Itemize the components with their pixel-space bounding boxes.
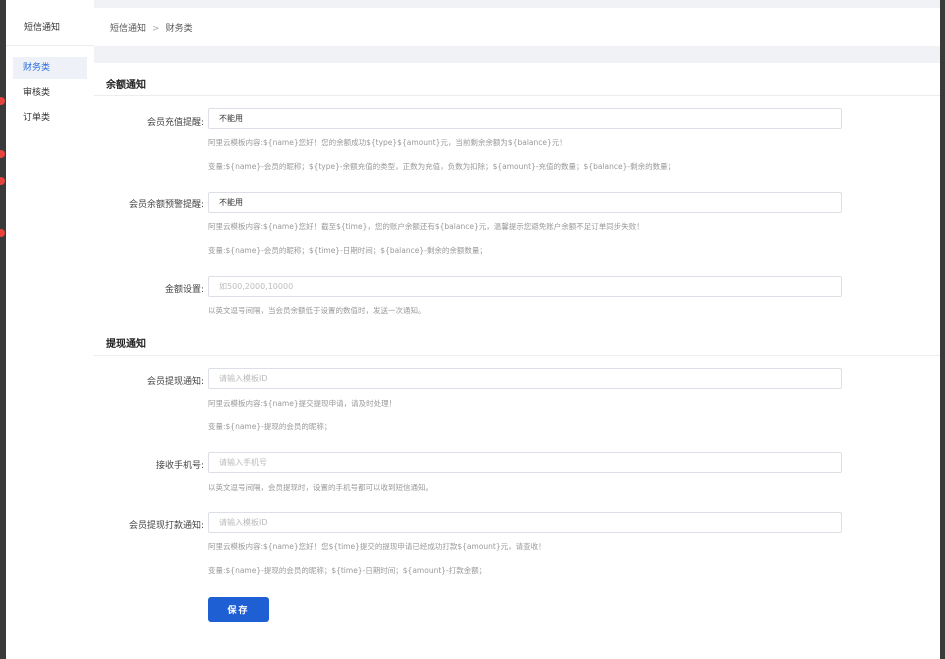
- notification-dot: [0, 97, 5, 105]
- payout-template-input[interactable]: [208, 512, 842, 533]
- main-panel: 余额通知 会员充值提醒: 阿里云模板内容:${name}您好！您的余额成功${t…: [94, 63, 940, 659]
- header-bar: 短信通知 > 财务类: [94, 8, 940, 46]
- divider: [94, 355, 940, 356]
- recharge-hint-variables: 变量:${name}-会员的昵称；${type}-余额充值的类型，正数为充值，负…: [208, 162, 676, 171]
- payout-hint-variables: 变量:${name}-提现的会员的昵称；${time}-日期时间；${amoun…: [208, 566, 487, 575]
- recharge-hint-template: 阿里云模板内容:${name}您好！您的余额成功${type}${amount}…: [208, 138, 567, 147]
- withdraw-template-input[interactable]: [208, 368, 842, 389]
- breadcrumb: 短信通知 > 财务类: [110, 21, 193, 34]
- phone-input[interactable]: [208, 452, 842, 473]
- notification-dot: [0, 229, 5, 237]
- notification-dot: [0, 177, 5, 185]
- phone-hint: 以英文逗号间隔，会员提现时，设置的手机号都可以收到短信通知。: [208, 483, 433, 492]
- notification-dot: [0, 150, 5, 158]
- amount-hint: 以英文逗号间隔，当会员余额低于设置的数值时，发送一次通知。: [208, 306, 426, 315]
- breadcrumb-current: 财务类: [165, 24, 193, 34]
- sidebar-title: 短信通知: [24, 23, 61, 33]
- breadcrumb-separator-icon: >: [152, 24, 160, 34]
- save-button[interactable]: 保存: [208, 597, 269, 622]
- payout-label: 会员提现打款通知:: [128, 521, 204, 531]
- divider: [94, 95, 940, 96]
- amount-label: 金额设置:: [164, 285, 204, 295]
- sidebar-item-order[interactable]: 订单类: [13, 107, 87, 129]
- amount-input[interactable]: [208, 276, 842, 297]
- breadcrumb-root[interactable]: 短信通知: [110, 24, 146, 34]
- warning-hint-variables: 变量:${name}-会员的昵称；${time}-日期时间；${balance}…: [208, 246, 487, 255]
- withdraw-hint-template: 阿里云模板内容:${name}提交提现申请，请及时处理！: [208, 399, 397, 408]
- sidebar: 短信通知 财务类 审核类 订单类: [6, 0, 94, 659]
- phone-label: 接收手机号:: [155, 461, 204, 471]
- balance-section-title: 余额通知: [106, 80, 146, 91]
- sidebar-item-review[interactable]: 审核类: [13, 82, 87, 104]
- warning-hint-template: 阿里云模板内容:${name}您好！截至${time}，您的账户余额还有${ba…: [208, 222, 644, 231]
- divider: [6, 45, 94, 46]
- payout-hint-template: 阿里云模板内容:${name}您好！您${time}提交的提现申请已经成功打款$…: [208, 542, 546, 551]
- withdraw-section-title: 提现通知: [106, 339, 146, 350]
- withdraw-hint-variables: 变量:${name}-提现的会员的昵称；: [208, 422, 332, 431]
- warning-template-input[interactable]: [208, 192, 842, 213]
- right-edge-strip: [940, 0, 945, 659]
- warning-label: 会员余额预警提醒:: [128, 200, 204, 210]
- recharge-label: 会员充值提醒:: [146, 118, 204, 128]
- sidebar-item-finance[interactable]: 财务类: [13, 57, 87, 79]
- withdraw-notice-label: 会员提现通知:: [146, 377, 204, 387]
- recharge-template-input[interactable]: [208, 108, 842, 129]
